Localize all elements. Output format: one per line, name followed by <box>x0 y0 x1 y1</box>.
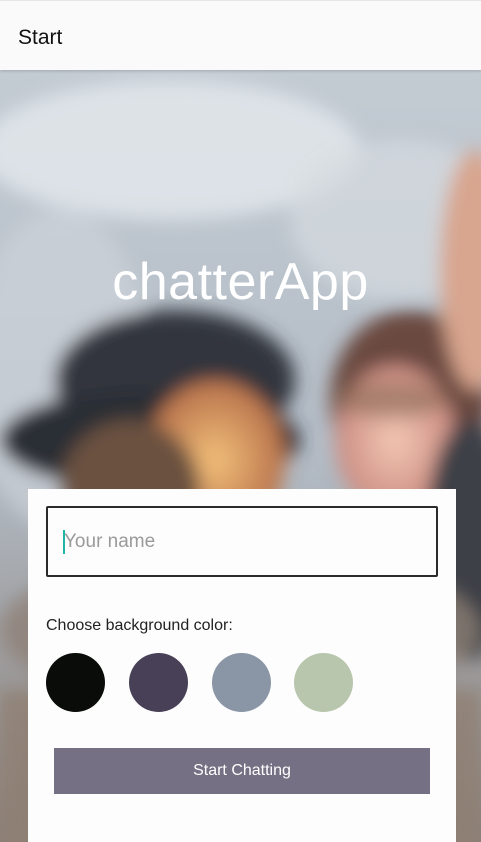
app-name-title: chatterApp <box>112 253 369 311</box>
color-choice-label: Choose background color: <box>46 617 233 634</box>
start-screen: Start chatterApp Your name Choose backgr… <box>0 0 481 842</box>
app-bar: Start <box>0 0 481 70</box>
screen-title: Start <box>18 26 63 49</box>
color-swatch-green[interactable] <box>294 653 353 712</box>
name-input[interactable] <box>46 506 438 577</box>
color-swatch-grey[interactable] <box>212 653 271 712</box>
color-swatch-purple[interactable] <box>129 653 188 712</box>
color-swatch-black[interactable] <box>46 653 105 712</box>
start-form-card: Choose background color: Start Chatting <box>28 489 456 842</box>
start-chatting-button[interactable]: Start Chatting <box>54 748 430 794</box>
text-cursor <box>63 530 65 554</box>
